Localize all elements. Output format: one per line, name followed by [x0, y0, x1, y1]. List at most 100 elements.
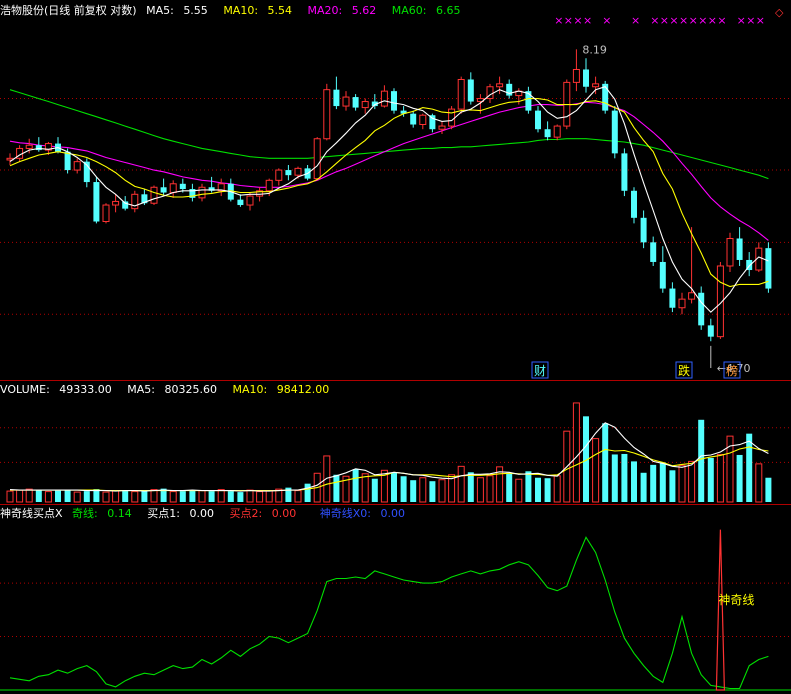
signal-label: 神奇线	[718, 593, 754, 607]
volume-bar-up	[755, 463, 763, 503]
candle-body-down	[736, 238, 743, 260]
candle-body-down	[467, 79, 474, 102]
indicator-title[interactable]: 神奇线买点X	[0, 507, 63, 520]
volume-bar-down	[736, 454, 743, 502]
stock-title[interactable]: 浩物股份(日线 前复权 对数)	[0, 4, 137, 17]
annotation-label-0: 财	[534, 364, 546, 378]
annotation-label-2: 榜	[726, 363, 738, 378]
volume-legend-item: VOLUME: 49333.00	[0, 383, 118, 396]
ma5-value: 5.55	[183, 4, 208, 17]
volume-bar-up	[25, 488, 33, 503]
candle-body-up	[438, 125, 446, 130]
signal-marker: ×	[689, 14, 698, 27]
candle-body-down	[352, 97, 359, 108]
vol-ma10-value: 98412.00	[276, 383, 330, 396]
candle-body-down	[669, 288, 676, 308]
diamond-icon: ◇	[775, 6, 784, 19]
candle-body-up	[275, 169, 283, 181]
candle-body-down	[659, 261, 666, 289]
buy1-legend: 买点1: 0.00	[147, 507, 220, 520]
volume-bar-up	[678, 464, 686, 503]
signal-marker: ×	[756, 14, 765, 27]
buy1-value: 0.00	[189, 507, 214, 520]
signal-marker: ×	[573, 14, 582, 27]
candle-body-down	[544, 129, 551, 138]
volume-bar-up	[6, 490, 14, 503]
candle-body-up	[246, 195, 254, 206]
candle-body-up	[553, 125, 561, 138]
candle-body-up	[678, 298, 686, 309]
volume-bar-up	[476, 477, 484, 503]
candle-body-down	[285, 170, 292, 176]
volume-bar-down	[122, 490, 129, 502]
signal-marker: ×	[708, 14, 717, 27]
volume-bar-down	[611, 454, 618, 502]
volume-bar-down	[410, 480, 417, 502]
candle-body-down	[93, 182, 100, 222]
volume-bar-down	[391, 472, 397, 502]
volume-bar-down	[650, 464, 657, 502]
volume-value: 49333.00	[59, 383, 112, 396]
ma5-legend: MA5: 5.55	[146, 4, 214, 17]
volume-bar-down	[64, 489, 71, 502]
volume-bar-up	[572, 402, 580, 503]
volume-bar-down	[371, 478, 378, 502]
signal-marker: ×	[631, 14, 640, 27]
candle-body-down	[621, 153, 628, 191]
volume-bar-up	[44, 491, 52, 503]
volume-bar-up	[217, 489, 225, 503]
candle-body-up	[592, 83, 600, 88]
candle-body-up	[169, 183, 177, 194]
volume-bar-up	[246, 489, 254, 503]
candle-body-up	[448, 108, 456, 127]
candle-body-down	[237, 199, 244, 206]
buy2-legend: 买点2: 0.00	[229, 507, 302, 520]
volume-bar-down	[208, 491, 215, 502]
volume-bar-down	[352, 469, 359, 502]
volume-bar-down	[535, 477, 541, 502]
signal-marker: ×	[717, 14, 726, 27]
ma60-label: MA60:	[391, 4, 427, 17]
volume-bar-down	[698, 419, 705, 502]
ma60-legend: MA60: 6.65	[392, 4, 467, 17]
volume-bar-down	[765, 477, 772, 502]
candle-body-down	[64, 151, 71, 171]
volume-bar-down	[707, 457, 714, 502]
candle-body-down	[535, 110, 541, 130]
volume-bar-down	[631, 461, 637, 502]
volume-bar-down	[55, 490, 61, 502]
volume-bar-down	[83, 491, 90, 502]
signal-marker: ×	[746, 14, 755, 27]
volume-bar-up	[323, 455, 331, 503]
volume-legend: VOLUME: 49333.00 MA5: 80325.60 MA10: 984…	[0, 382, 341, 398]
x0-legend: 神奇线X0: 0.00	[320, 507, 411, 520]
volume-bar-up	[438, 479, 446, 503]
volume-bar-down	[227, 491, 234, 502]
volume-bar-up	[102, 491, 110, 503]
candle-body-up	[112, 200, 120, 206]
volume-bar-up	[112, 490, 120, 503]
volume-bar-down	[467, 472, 474, 502]
candle-body-up	[73, 161, 81, 171]
volume-bar-up	[294, 490, 302, 503]
volume-bar-down	[400, 476, 407, 502]
volume-bar-down	[525, 471, 532, 502]
annotation-label-1: 跌	[678, 363, 690, 378]
qixian-label: 奇线:	[72, 507, 98, 520]
volume-bar-up	[198, 490, 206, 503]
qixian-value: 0.14	[107, 507, 132, 520]
volume-bar-up	[688, 460, 696, 503]
volume-bar-down	[237, 492, 244, 502]
vol-ma5-label: MA5:	[127, 383, 156, 396]
volume-bar-down	[621, 453, 628, 502]
candle-body-up	[361, 101, 369, 109]
volume-bar-down	[669, 470, 676, 502]
stock-chart: 8.19←4.70× × × × × × × × × × × × × × × × ×◇财跌榜神奇线	[0, 6, 791, 691]
volume-bar-up	[265, 490, 273, 503]
volume-bar-down	[640, 472, 647, 502]
volume-bar-down	[189, 490, 196, 502]
signal-marker: ×	[602, 14, 611, 27]
candle-body-down	[179, 183, 186, 190]
candle-body-up	[294, 167, 302, 176]
signal-spike	[715, 529, 726, 691]
